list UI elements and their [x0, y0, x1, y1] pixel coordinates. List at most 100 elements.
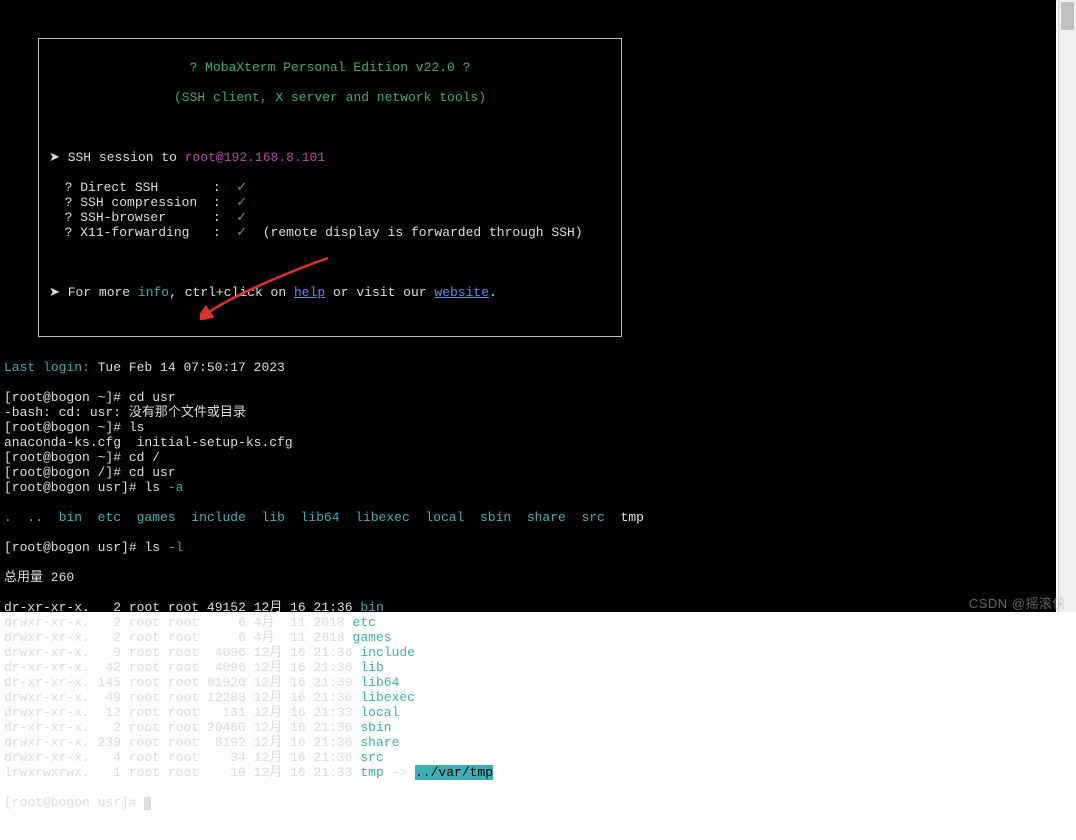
owner: root root	[129, 705, 199, 720]
output-line: anaconda-ks.cfg initial-setup-ks.cfg	[4, 435, 1052, 450]
output-line: -bash: cd: usr: 没有那个文件或目录	[4, 405, 1052, 420]
perm: drwxr-xr-x.	[4, 750, 90, 765]
size: 10	[207, 765, 246, 780]
size: 131	[207, 705, 246, 720]
perm: dr-xr-xr-x.	[4, 675, 90, 690]
date: 12月 16 21:33	[254, 765, 353, 780]
owner: root root	[129, 690, 199, 705]
owner: root root	[129, 645, 199, 660]
scrollbar-thumb[interactable]	[1061, 2, 1074, 30]
perm: dr-xr-xr-x.	[4, 600, 90, 615]
command: cd usr	[129, 390, 176, 405]
flag-l: -l	[168, 540, 184, 555]
prompt: [root@bogon ~]#	[4, 420, 129, 435]
perm: drwxr-xr-x.	[4, 615, 90, 630]
perm: dr-xr-xr-x.	[4, 660, 90, 675]
size: 81920	[207, 675, 246, 690]
owner: root root	[129, 750, 199, 765]
check-icon: ✓	[236, 225, 247, 240]
banner-row-label: ? SSH compression :	[65, 195, 237, 210]
scrollbar[interactable]	[1058, 0, 1076, 612]
perm: drwxr-xr-x.	[4, 735, 90, 750]
banner-row-label: ? Direct SSH :	[65, 180, 237, 195]
owner: root root	[129, 765, 199, 780]
file-name: lib64	[360, 675, 399, 690]
size: 4096	[207, 645, 246, 660]
symlink-target: ../var/tmp	[415, 765, 493, 780]
owner: root root	[129, 720, 199, 735]
ls-a-output: . .. bin etc games include lib lib64 lib…	[4, 510, 1052, 525]
watermark: CSDN @摇滚侠	[969, 593, 1066, 612]
symlink-arrow: ->	[384, 765, 415, 780]
file-name: bin	[360, 600, 383, 615]
dir-entry: .	[4, 510, 12, 525]
links: 1	[98, 765, 121, 780]
command: cd usr	[129, 465, 176, 480]
file-name: tmp	[360, 765, 383, 780]
links: 12	[98, 705, 121, 720]
banner-title: ? MobaXterm Personal Edition v22.0 ?	[190, 60, 471, 75]
file-name: games	[353, 630, 392, 645]
file-name: libexec	[360, 690, 415, 705]
size: 20480	[207, 720, 246, 735]
ctrl-text: , ctrl+click on	[169, 285, 294, 300]
perm: lrwxrwxrwx.	[4, 765, 90, 780]
dir-entry: libexec	[355, 510, 410, 525]
date: 12月 16 21:36	[254, 750, 353, 765]
owner: root root	[129, 675, 199, 690]
date: 4月 11 2018	[254, 615, 345, 630]
size: 34	[207, 750, 246, 765]
banner-row-label: ? X11-forwarding :	[65, 225, 237, 240]
dot: .	[489, 285, 497, 300]
size: 8192	[207, 735, 246, 750]
file-name: local	[360, 705, 399, 720]
links: 42	[98, 660, 121, 675]
perm: drwxr-xr-x.	[4, 705, 90, 720]
file-name: lib	[360, 660, 383, 675]
banner-subtitle: (SSH client, X server and network tools)	[174, 90, 486, 105]
size: 12288	[207, 690, 246, 705]
info-text: info	[138, 285, 169, 300]
terminal-output[interactable]: ? MobaXterm Personal Edition v22.0 ? (SS…	[0, 0, 1056, 612]
mobaxterm-banner: ? MobaXterm Personal Edition v22.0 ? (SS…	[38, 38, 622, 337]
dir-entry: lib64	[301, 510, 340, 525]
file-name: share	[360, 735, 399, 750]
banner-row-label: ? SSH-browser :	[65, 210, 237, 225]
owner: root root	[129, 630, 199, 645]
page: ? MobaXterm Personal Edition v22.0 ? (SS…	[0, 0, 1076, 616]
command: ls	[144, 480, 167, 495]
date: 12月 16 21:33	[254, 705, 353, 720]
dir-entry: local	[425, 510, 464, 525]
size: 49152	[207, 600, 246, 615]
date: 12月 16 21:36	[254, 735, 353, 750]
final-prompt: [root@bogon usr]#	[4, 795, 144, 810]
links: 9	[98, 645, 121, 660]
check-icon: ✓	[236, 195, 247, 210]
dir-entry: tmp	[620, 510, 643, 525]
dir-entry: games	[137, 510, 176, 525]
links: 4	[98, 750, 121, 765]
total-line: 总用量 260	[4, 570, 1052, 585]
prompt: [root@bogon ~]#	[4, 450, 129, 465]
help-link[interactable]: help	[294, 285, 325, 300]
file-name: sbin	[360, 720, 391, 735]
file-name: src	[360, 750, 383, 765]
date: 12月 16 21:36	[254, 600, 353, 615]
links: 2	[98, 630, 121, 645]
links: 2	[98, 615, 121, 630]
session-target: root@192.168.8.101	[185, 150, 325, 165]
date: 12月 16 21:39	[254, 675, 353, 690]
date: 12月 16 21:36	[254, 660, 353, 675]
prompt: [root@bogon usr]#	[4, 480, 144, 495]
date: 12月 16 21:36	[254, 690, 353, 705]
dir-entry: src	[581, 510, 604, 525]
website-link[interactable]: website	[434, 285, 489, 300]
prompt: [root@bogon ~]#	[4, 390, 129, 405]
file-name: etc	[353, 615, 376, 630]
links: 239	[98, 735, 121, 750]
dir-entry: etc	[98, 510, 121, 525]
file-name: include	[360, 645, 415, 660]
command: cd /	[129, 450, 160, 465]
cursor-icon	[144, 797, 151, 810]
owner: root root	[129, 600, 199, 615]
